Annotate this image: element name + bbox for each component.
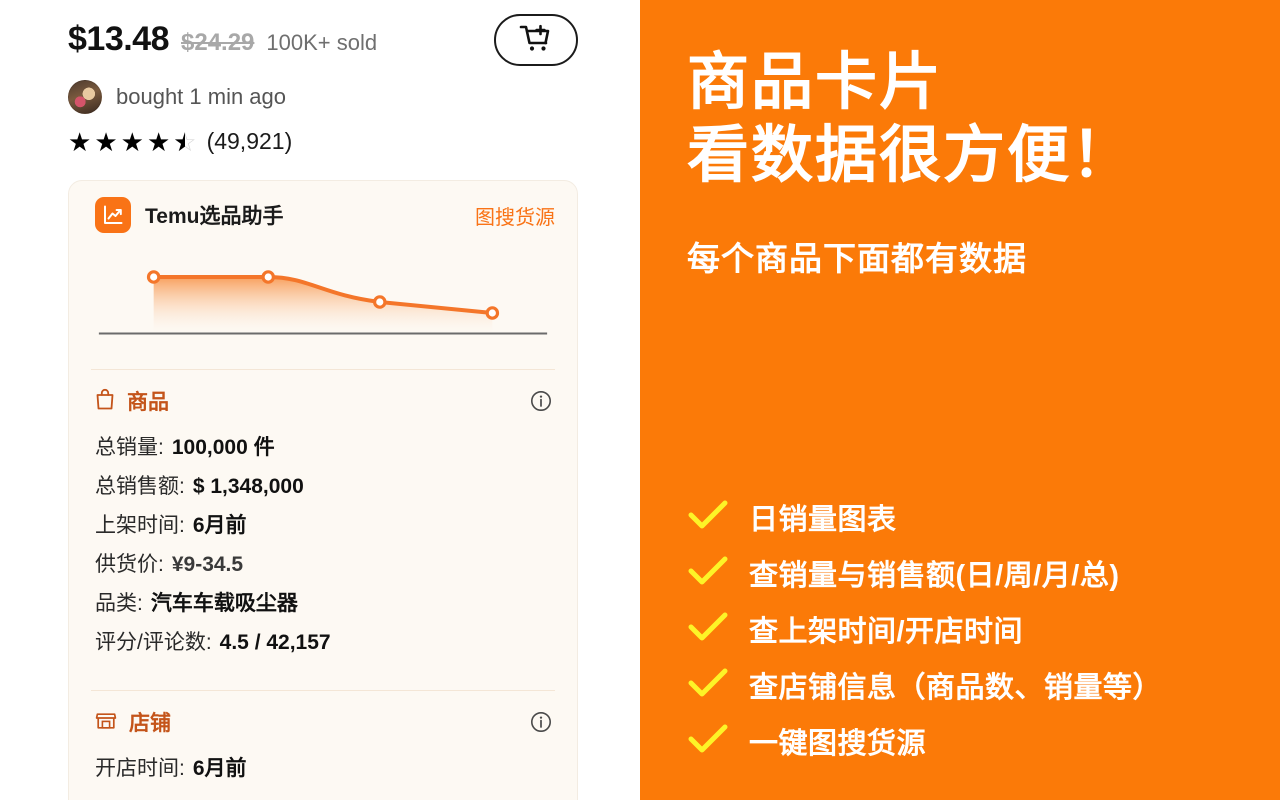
feature-label: 一键图搜货源 — [749, 728, 927, 760]
stat-label: 评分/评论数: — [95, 631, 212, 654]
storefront-icon — [95, 709, 117, 736]
price-row: $13.48 $24.29 100K+ sold — [68, 20, 377, 59]
cart-plus-icon — [518, 23, 554, 58]
stat-row: 总销售额: $ 1,348,000 — [95, 467, 553, 506]
card-header: Temu选品助手 图搜货源 — [69, 181, 577, 249]
image-search-link[interactable]: 图搜货源 — [475, 201, 555, 230]
feature-label: 查销量与销售额(日/周/月/总) — [749, 560, 1120, 592]
recent-purchase-row: bought 1 min ago — [68, 80, 286, 114]
promo-pane: 商品卡片 看数据很方便！ 每个商品下面都有数据 日销量图表 查销量与销售额(日/… — [640, 0, 1280, 800]
product-section-title: 商品 — [95, 386, 169, 416]
stat-row: 评分/评论数: 4.5 / 42,157 — [95, 623, 553, 662]
star-icon: ★ — [120, 126, 144, 157]
product-listing-pane: $13.48 $24.29 100K+ sold bought 1 min ag… — [0, 0, 640, 800]
chart-point — [373, 295, 387, 309]
feature-item: 查销量与销售额(日/周/月/总) — [687, 552, 1162, 594]
star-rating: ★ ★ ★ ★ ☆ — [68, 129, 197, 155]
stat-label: 开店时间: — [95, 757, 185, 780]
current-price: $13.48 — [68, 20, 170, 58]
stat-label: 总销售额: — [95, 475, 185, 498]
promo-title-line2: 看数据很方便！ — [687, 121, 1136, 191]
original-price: $24.29 — [181, 29, 255, 56]
info-circle-icon[interactable] — [529, 389, 553, 413]
review-count: (49,921) — [206, 128, 293, 154]
stat-row: 上架时间: 6月前 — [95, 506, 553, 545]
sales-chart-svg — [98, 270, 548, 335]
feature-item: 查店铺信息（商品数、销量等） — [687, 664, 1162, 706]
feature-label: 查店铺信息（商品数、销量等） — [749, 672, 1163, 704]
feature-list: 日销量图表 查销量与销售额(日/周/月/总) 查上架时间/开店时间 查店铺信息（… — [687, 496, 1162, 762]
promo-title-line1: 商品卡片 — [687, 48, 944, 117]
stat-row: 品类: 汽车车载吸尘器 — [95, 584, 553, 623]
buyer-avatar — [68, 80, 102, 114]
check-icon — [687, 667, 729, 704]
star-icon: ★ — [94, 126, 118, 157]
shop-section-header: 店铺 — [95, 707, 553, 737]
stat-value: 4.5 / 42,157 — [219, 631, 331, 654]
chart-point — [261, 270, 275, 284]
add-to-cart-button[interactable] — [494, 14, 578, 66]
product-stats-section: 商品 总销量: 100,000 件 总销售额: $ 1,348,000 上架时间… — [69, 370, 577, 676]
bought-text: bought 1 min ago — [116, 84, 287, 109]
star-half-icon: ☆ — [173, 129, 196, 155]
feature-item: 一键图搜货源 — [687, 720, 1162, 762]
check-icon — [687, 723, 729, 760]
feature-label: 查上架时间/开店时间 — [749, 616, 1024, 648]
stat-value: 6月前 — [192, 514, 247, 537]
shop-section-title: 店铺 — [95, 707, 171, 737]
info-circle-icon[interactable] — [529, 710, 553, 734]
sold-count: 100K+ sold — [266, 30, 378, 55]
stat-label: 总销量: — [95, 436, 164, 459]
feature-label: 日销量图表 — [749, 504, 897, 536]
stat-value: 100,000 件 — [171, 436, 275, 459]
shop-section-label: 店铺 — [129, 712, 171, 735]
star-icon: ★ — [146, 126, 171, 157]
feature-item: 查上架时间/开店时间 — [687, 608, 1162, 650]
daily-sales-chart[interactable] — [69, 255, 577, 355]
chart-area-fill — [153, 277, 493, 333]
stat-value: ¥9-34.5 — [171, 553, 244, 576]
shopping-bag-icon — [95, 388, 115, 415]
stat-value: 汽车车载吸尘器 — [150, 592, 298, 615]
product-section-label: 商品 — [127, 391, 169, 414]
check-icon — [687, 611, 729, 648]
stat-value: $ 1,348,000 — [192, 475, 304, 498]
stat-label: 上架时间: — [95, 514, 185, 537]
brand-block: Temu选品助手 — [95, 197, 283, 233]
screen-root: $13.48 $24.29 100K+ sold bought 1 min ag… — [0, 0, 1280, 800]
product-section-header: 商品 — [95, 386, 553, 416]
stat-row: 供货价: ¥9-34.5 — [95, 545, 553, 584]
stat-label: 供货价: — [95, 553, 164, 576]
check-icon — [687, 555, 729, 592]
trend-chart-icon — [95, 197, 131, 233]
stat-label: 品类: — [95, 592, 143, 615]
chart-point — [146, 270, 161, 284]
rating-row: ★ ★ ★ ★ ☆ (49,921) — [68, 128, 292, 155]
promo-title: 商品卡片 看数据很方便！ — [687, 46, 1135, 192]
brand-name: Temu选品助手 — [145, 205, 284, 228]
promo-subtitle: 每个商品下面都有数据 — [687, 240, 1027, 277]
stat-row: 总销量: 100,000 件 — [95, 428, 553, 467]
stat-row: 开店时间: 6月前 — [95, 749, 553, 788]
star-icon: ★ — [68, 126, 92, 157]
shop-stats-section: 店铺 开店时间: 6月前 — [69, 691, 577, 800]
stat-value: 6月前 — [192, 757, 247, 780]
temu-assistant-card: Temu选品助手 图搜货源 商品 总销量: 100,000 件 总销售额: $ … — [68, 180, 578, 800]
feature-item: 日销量图表 — [687, 496, 1162, 538]
chart-point — [485, 306, 500, 320]
check-icon — [687, 499, 729, 536]
